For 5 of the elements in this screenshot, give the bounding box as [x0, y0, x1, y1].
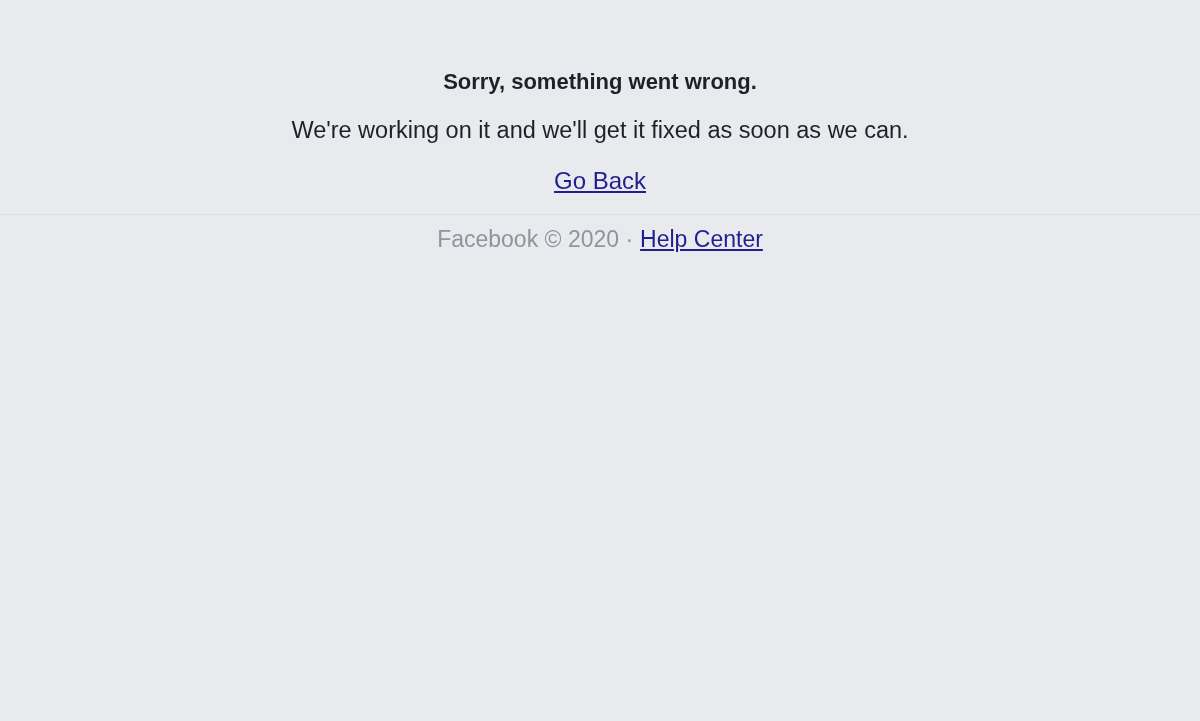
error-message: We're working on it and we'll get it fixed as soon as we can.	[291, 116, 909, 145]
copyright-text: Facebook © 2020 ·	[437, 225, 634, 254]
help-center-link[interactable]: Help Center	[640, 224, 763, 254]
go-back-link[interactable]: Go Back	[553, 166, 646, 196]
error-title: Sorry, something went wrong.	[443, 68, 757, 96]
